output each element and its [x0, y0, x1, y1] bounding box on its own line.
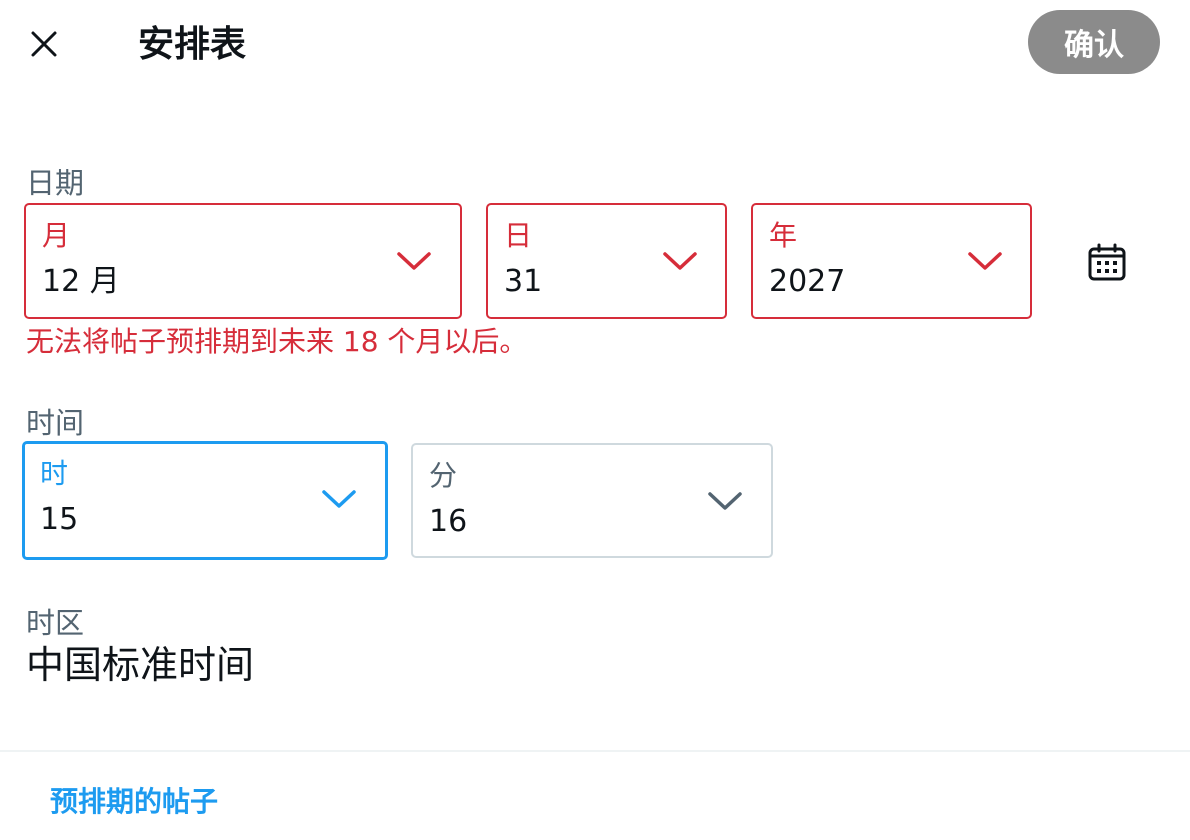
calendar-button[interactable] [1082, 238, 1132, 288]
chevron-down-icon [968, 252, 1002, 270]
chevron-down-icon [397, 252, 431, 270]
scheduled-posts-link[interactable]: 预排期的帖子 [50, 778, 218, 826]
month-select-value: 12 月 [42, 264, 120, 299]
chevron-down-icon [663, 252, 697, 270]
day-select[interactable]: 日 31 [486, 203, 727, 319]
hour-select-value: 15 [40, 502, 79, 537]
dialog-title: 安排表 [138, 23, 247, 65]
chevron-down-icon [322, 490, 356, 508]
month-select[interactable]: 月 12 月 [24, 203, 462, 319]
year-select[interactable]: 年 2027 [751, 203, 1032, 319]
year-select-label: 年 [769, 219, 798, 252]
close-button[interactable] [18, 18, 70, 70]
minute-select-label: 分 [429, 459, 458, 492]
day-select-value: 31 [504, 264, 543, 299]
timezone-value: 中国标准时间 [26, 643, 255, 687]
hour-select-label: 时 [40, 457, 69, 490]
close-icon [31, 31, 57, 57]
year-select-value: 2027 [769, 264, 846, 299]
confirm-button[interactable]: 确认 [1028, 10, 1160, 74]
footer-divider [0, 750, 1190, 752]
day-select-label: 日 [504, 219, 533, 252]
schedule-dialog: 安排表 确认 日期 月 12 月 日 31 年 2027 无法将帖子预排期到未来… [0, 0, 1190, 840]
date-error-message: 无法将帖子预排期到未来 18 个月以后。 [26, 325, 528, 358]
date-section-label: 日期 [26, 166, 85, 200]
minute-select[interactable]: 分 16 [411, 443, 773, 558]
time-section-label: 时间 [26, 406, 85, 440]
timezone-section-label: 时区 [26, 606, 85, 640]
minute-select-value: 16 [429, 504, 468, 539]
hour-select[interactable]: 时 15 [22, 441, 388, 560]
calendar-icon [1088, 243, 1126, 281]
chevron-down-icon [708, 492, 742, 510]
month-select-label: 月 [42, 219, 71, 252]
